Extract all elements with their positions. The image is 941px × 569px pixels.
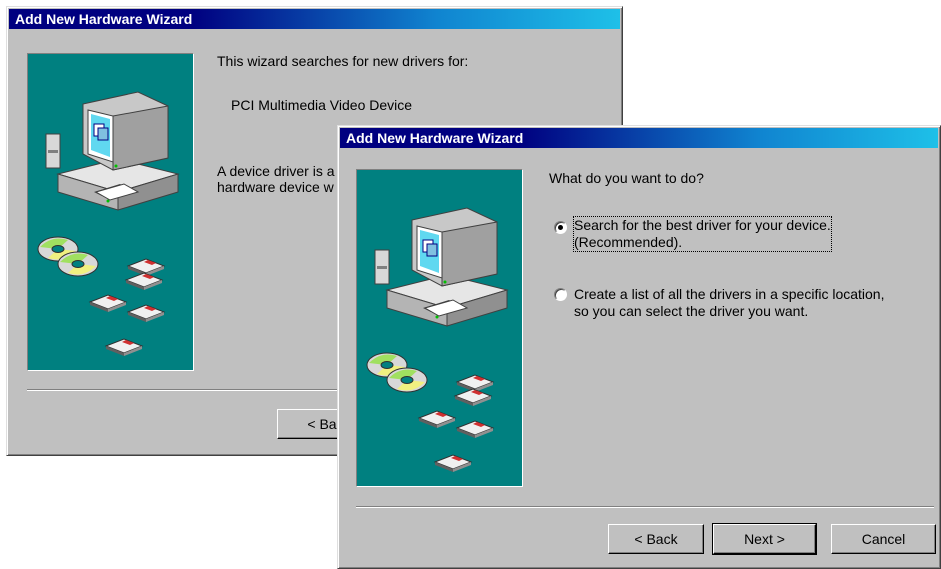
driver-list-radio[interactable] [554, 288, 567, 301]
floppy-disk-icon [104, 338, 144, 356]
search-best-driver-label[interactable]: Search for the best driver for your devi… [573, 216, 832, 252]
question-text: What do you want to do? [549, 170, 704, 186]
computer-icon [374, 207, 509, 327]
front-window-separator [356, 506, 934, 508]
front-window-title: Add New Hardware Wizard [346, 130, 524, 146]
option-2-line-2: so you can select the driver you want. [574, 303, 809, 319]
computer-icon [45, 91, 180, 211]
floppy-disk-icon [453, 388, 493, 406]
option-1-line-2: (Recommended). [574, 234, 683, 250]
back-driver-text-2: hardware device w [217, 179, 334, 195]
back-intro-text: This wizard searches for new drivers for… [217, 53, 469, 69]
floppy-disk-icon [126, 304, 166, 322]
driver-list-label[interactable]: Create a list of all the drivers in a sp… [574, 286, 884, 320]
floppy-disk-icon [433, 454, 473, 472]
back-window-title: Add New Hardware Wizard [15, 11, 193, 27]
floppy-disk-icon [455, 420, 495, 438]
front-wizard-illustration [356, 169, 523, 487]
back-driver-text-1: A device driver is a [217, 163, 335, 179]
cd-icon [57, 251, 99, 277]
cd-icon [386, 367, 428, 393]
back-device-name: PCI Multimedia Video Device [231, 97, 413, 113]
floppy-disk-icon [124, 272, 164, 290]
option-1-line-1: Search for the best driver for your devi… [574, 217, 831, 233]
floppy-disk-icon [88, 294, 128, 312]
back-window-title-bar[interactable]: Add New Hardware Wizard [9, 9, 620, 29]
front-wizard-window[interactable]: Add New Hardware Wizard What do you want… [337, 125, 941, 569]
front-window-title-bar[interactable]: Add New Hardware Wizard [340, 128, 938, 148]
search-best-driver-radio[interactable] [554, 221, 567, 234]
back-button[interactable]: < Back [608, 524, 704, 554]
floppy-disk-icon [417, 410, 457, 428]
cancel-button[interactable]: Cancel [831, 524, 936, 554]
back-wizard-illustration [27, 53, 194, 371]
next-button[interactable]: Next > [712, 523, 817, 555]
option-2-line-1: Create a list of all the drivers in a sp… [574, 286, 885, 302]
